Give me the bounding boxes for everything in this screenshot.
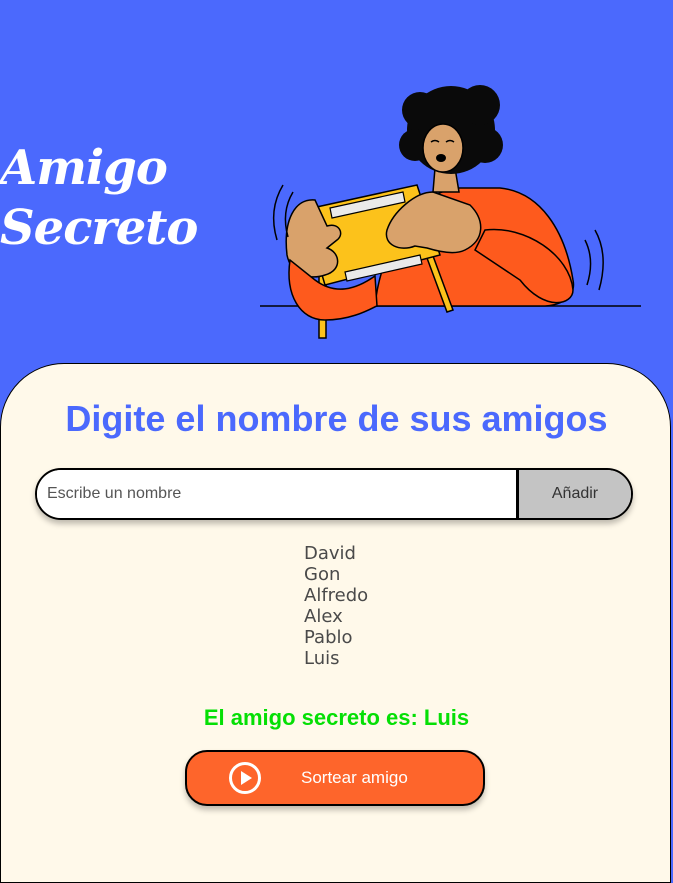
list-item: Alfredo xyxy=(304,585,369,606)
list-item: Gon xyxy=(304,564,341,585)
list-item: Pablo xyxy=(304,627,353,648)
play-circle-icon xyxy=(229,762,261,794)
title-line-1: Amigo xyxy=(0,140,168,196)
header: Amigo Secreto xyxy=(0,0,673,365)
add-button[interactable]: Añadir xyxy=(519,470,631,518)
section-subtitle: Digite el nombre de sus amigos xyxy=(65,398,608,439)
page-title: Amigo Secreto xyxy=(0,138,198,258)
draw-button[interactable]: Sortear amigo xyxy=(185,750,485,806)
title-line-2: Secreto xyxy=(0,200,198,256)
draw-button-label: Sortear amigo xyxy=(301,768,408,787)
name-input[interactable] xyxy=(37,470,519,518)
list-item: Luis xyxy=(304,648,340,669)
result-text: El amigo secreto es: Luis xyxy=(203,705,470,730)
add-friend-form: Añadir xyxy=(35,468,633,520)
list-item: Alex xyxy=(304,606,343,627)
friends-list: David Gon Alfredo Alex Pablo Luis xyxy=(304,543,368,669)
gamer-illustration xyxy=(260,85,641,339)
list-item: David xyxy=(304,543,356,564)
